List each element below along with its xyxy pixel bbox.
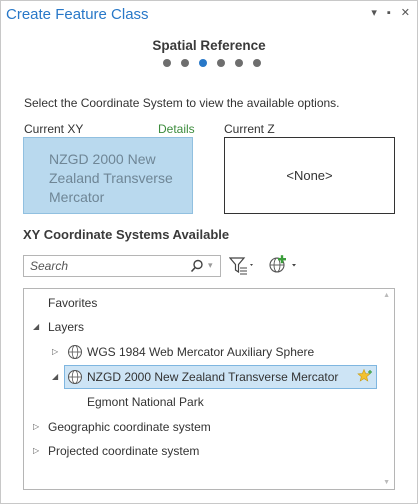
add-coordinate-system-icon[interactable] xyxy=(268,255,302,277)
step-dot-4[interactable] xyxy=(217,59,225,67)
current-z-label: Current Z xyxy=(224,122,275,136)
pane-title: Create Feature Class xyxy=(6,6,149,23)
close-icon[interactable]: ✕ xyxy=(401,6,410,20)
step-dot-1[interactable] xyxy=(163,59,171,67)
favorite-star-icon[interactable] xyxy=(357,368,373,384)
coordinate-system-tree[interactable]: ▲ ▼ Favorites ◢ Layers ▷ WGS 1984 Web Me… xyxy=(23,288,395,490)
search-icon[interactable] xyxy=(190,259,204,273)
scroll-down-icon[interactable]: ▼ xyxy=(383,479,390,486)
expand-wgs84-icon[interactable]: ▷ xyxy=(52,347,58,356)
wizard-step-indicator xyxy=(163,59,261,67)
globe-icon xyxy=(68,345,82,359)
tree-item-egmont-national-park[interactable]: Egmont National Park xyxy=(87,395,204,409)
wizard-step-title: Spatial Reference xyxy=(152,38,266,53)
tree-node-projected[interactable]: Projected coordinate system xyxy=(48,444,199,458)
step-dot-5[interactable] xyxy=(235,59,243,67)
expand-geographic-icon[interactable]: ▷ xyxy=(33,422,39,431)
tree-item-wgs84[interactable]: WGS 1984 Web Mercator Auxiliary Sphere xyxy=(87,345,314,359)
step-dot-3-current[interactable] xyxy=(199,59,207,67)
tree-node-favorites[interactable]: Favorites xyxy=(48,296,97,310)
auto-hide-icon[interactable]: ▪ xyxy=(387,6,391,20)
instructions-text: Select the Coordinate System to view the… xyxy=(24,96,340,110)
step-dot-6[interactable] xyxy=(253,59,261,67)
current-xy-label: Current XY xyxy=(24,122,84,136)
window-controls: ▾ ▪ ✕ xyxy=(371,6,410,20)
search-options-chevron-icon[interactable]: ▾ xyxy=(208,260,213,271)
search-input[interactable]: Search ▾ xyxy=(23,255,221,277)
globe-icon xyxy=(68,370,82,384)
current-xy-box[interactable]: NZGD 2000 New Zealand Transverse Mercato… xyxy=(23,137,193,214)
collapse-layers-icon[interactable]: ◢ xyxy=(33,322,39,331)
collapse-nzgd-icon[interactable]: ◢ xyxy=(52,372,58,381)
dropdown-icon[interactable]: ▾ xyxy=(371,6,377,20)
tree-node-layers[interactable]: Layers xyxy=(48,320,84,334)
current-z-box[interactable]: <None> xyxy=(224,137,395,214)
filter-icon[interactable] xyxy=(229,255,257,277)
tree-item-nzgd2000[interactable]: NZGD 2000 New Zealand Transverse Mercato… xyxy=(87,370,338,384)
scroll-up-icon[interactable]: ▲ xyxy=(383,292,390,299)
search-placeholder: Search xyxy=(30,259,69,273)
available-systems-title: XY Coordinate Systems Available xyxy=(23,227,230,242)
step-dot-2[interactable] xyxy=(181,59,189,67)
details-link[interactable]: Details xyxy=(158,122,195,136)
expand-projected-icon[interactable]: ▷ xyxy=(33,446,39,455)
tree-node-geographic[interactable]: Geographic coordinate system xyxy=(48,420,211,434)
